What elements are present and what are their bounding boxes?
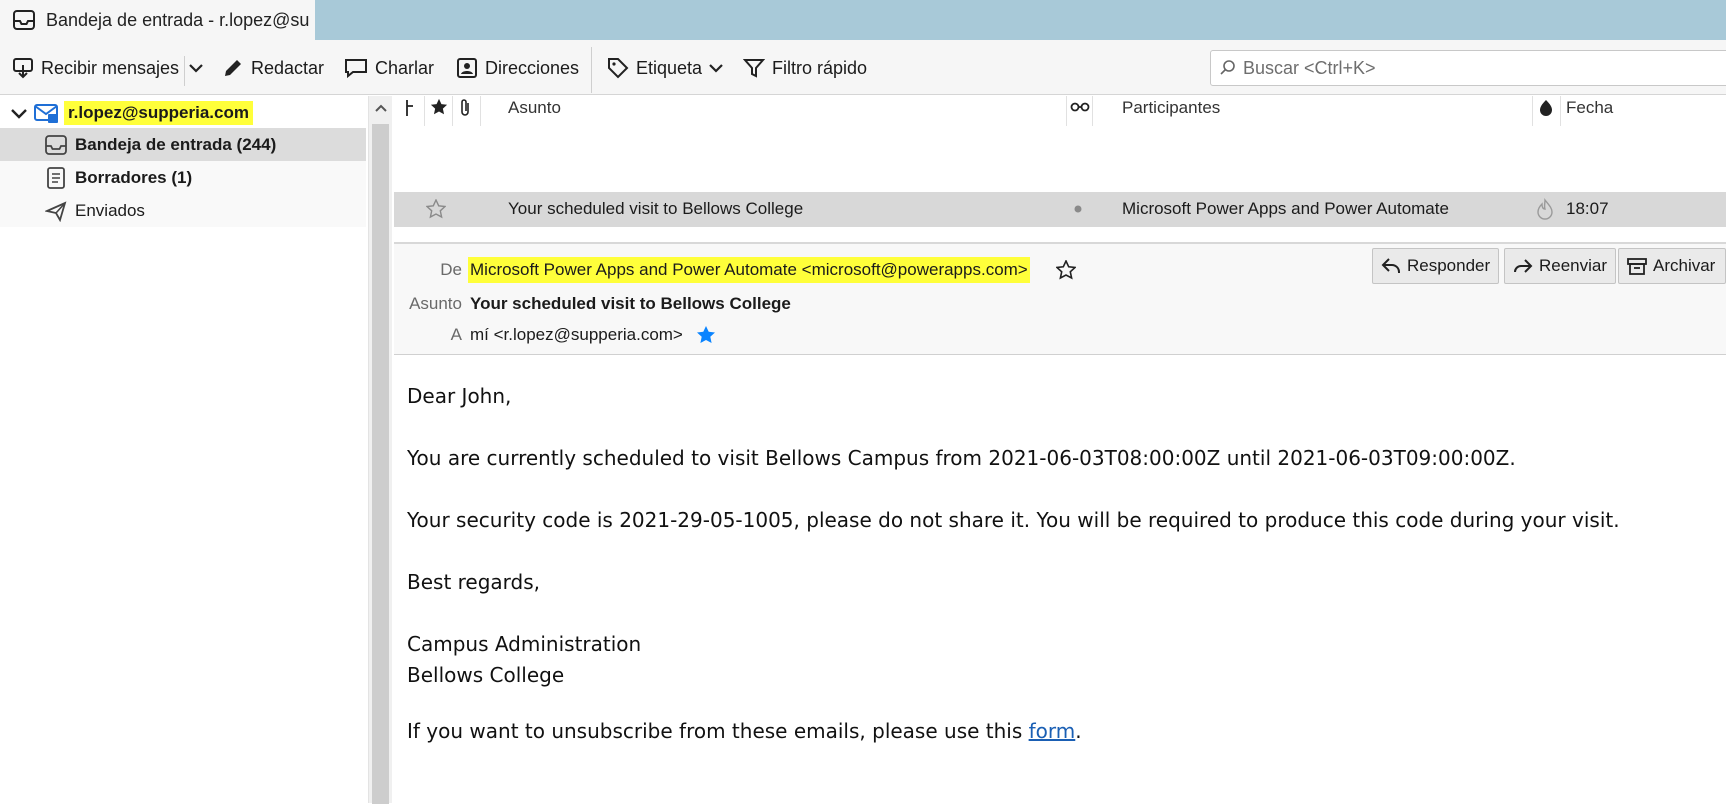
message-date: 18:07 [1566,199,1609,218]
chevron-up-icon [375,104,387,112]
toolbar-divider [184,56,185,86]
column-subject[interactable]: Asunto [508,98,561,118]
download-icon [13,58,33,79]
thread-header: Asunto Participantes Fecha [394,96,1726,126]
message-row[interactable]: Your scheduled visit to Bellows College … [394,192,1726,227]
address-book-label: Direcciones [485,57,580,78]
filter-icon [743,59,765,78]
archive-icon [1627,258,1647,275]
chevron-down-icon [11,108,27,119]
column-divider [424,96,425,126]
unsubscribe-suffix: . [1075,719,1082,743]
to-label: A [450,325,462,344]
junk-status-icon[interactable] [1538,99,1554,117]
column-divider [1532,96,1533,126]
tab-title: Bandeja de entrada - r.lopez@su [46,9,310,30]
subject-value: Your scheduled visit to Bellows College [470,294,791,313]
quick-filter-label: Filtro rápido [772,57,868,78]
column-participants[interactable]: Participantes [1122,98,1220,118]
search-icon [1220,60,1235,75]
body-unsubscribe: If you want to unsubscribe from these em… [407,719,1082,743]
forward-button[interactable]: Reenviar [1504,248,1617,284]
folder-pane: r.lopez@supperia.com Bandeja de entrada … [0,96,368,803]
account-row[interactable]: r.lopez@supperia.com [0,96,366,129]
from-value[interactable]: Microsoft Power Apps and Power Automate … [468,257,1030,283]
account-label: r.lopez@supperia.com [64,100,253,125]
folder-item-sent[interactable]: Enviados [0,194,366,227]
column-date[interactable]: Fecha [1566,98,1613,118]
from-label: De [440,260,462,279]
body-regards: Best regards, [407,570,541,594]
folder-label-drafts: Borradores (1) [75,167,193,187]
inbox-icon [13,10,35,30]
folder-scrollbar[interactable] [368,96,392,804]
star-icon[interactable] [426,199,446,219]
body-greeting: Dear John, [407,384,512,408]
forward-label: Reenviar [1539,256,1608,275]
column-divider [1066,96,1067,126]
folder-label-sent: Enviados [75,200,145,220]
tag-icon [608,58,629,79]
body-schedule-line: You are currently scheduled to visit Bel… [407,446,1516,470]
body-signature-line2: Bellows College [407,663,565,687]
column-divider [1092,96,1093,126]
message-participants: Microsoft Power Apps and Power Automate [1122,199,1449,218]
body-security-line: Your security code is 2021-29-05-1005, p… [407,508,1620,532]
folder-item-inbox[interactable]: Bandeja de entrada (244) [0,128,366,161]
body-signature-line1: Campus Administration [407,632,642,656]
star-column-icon[interactable] [430,98,448,116]
search-box[interactable] [1210,50,1726,86]
pencil-icon [225,60,241,76]
unsubscribe-form-link[interactable]: form [1029,719,1076,743]
reply-button[interactable]: Responder [1372,248,1500,284]
junk-status-icon[interactable] [1536,198,1554,220]
get-messages-label: Recibir mensajes [41,57,180,78]
forward-icon [1514,259,1533,273]
address-book-icon [457,58,477,78]
inbox-icon [45,134,67,155]
reply-icon [1381,258,1400,273]
column-divider [452,96,453,126]
read-status-icon[interactable] [1070,100,1090,114]
unsubscribe-text: If you want to unsubscribe from these em… [407,719,1029,743]
archive-label: Archivar [1653,256,1716,275]
reply-label: Responder [1407,256,1491,275]
thread-pane: Asunto Participantes Fecha Your schedule… [394,96,1726,246]
scrollbar-thumb[interactable] [372,124,389,804]
search-input[interactable] [1243,57,1723,79]
tab-bar: Bandeja de entrada - r.lopez@su [0,0,1726,40]
compose-button[interactable]: Redactar [222,50,324,86]
tag-label: Etiqueta [636,57,703,78]
subject-label: Asunto [409,294,462,313]
chevron-down-icon [709,64,723,73]
message-body: Dear John, You are currently scheduled t… [394,356,1726,803]
toolbar-divider [591,47,592,93]
get-messages-dropdown[interactable] [188,50,211,86]
compose-label: Redactar [251,57,325,78]
quick-filter-button[interactable]: Filtro rápido [743,50,867,86]
sent-icon [45,200,67,222]
read-status-dot-icon[interactable] [1074,205,1082,213]
chat-button[interactable]: Charlar [344,50,434,86]
address-book-button[interactable]: Direcciones [456,50,579,86]
archive-button[interactable]: Archivar [1618,248,1726,284]
column-divider [480,96,481,126]
message-subject: Your scheduled visit to Bellows College [508,199,804,218]
chat-label: Charlar [375,57,435,78]
tab-inbox[interactable]: Bandeja de entrada - r.lopez@su [0,0,315,40]
star-filled-icon[interactable] [696,325,716,345]
tag-button[interactable]: Etiqueta [607,50,731,86]
folder-item-drafts[interactable]: Borradores (1) [0,161,366,194]
mail-account-icon [34,103,58,123]
get-messages-button[interactable]: Recibir mensajes [12,50,179,86]
star-icon[interactable] [1056,260,1076,280]
chat-icon [345,59,367,79]
chevron-down-icon [189,64,203,73]
folder-label-inbox: Bandeja de entrada (244) [75,134,277,154]
column-divider [1560,96,1561,126]
drafts-icon [47,166,65,189]
attachment-icon[interactable] [456,98,474,118]
to-value[interactable]: mí <r.lopez@supperia.com> [470,325,683,345]
thread-column-icon[interactable] [404,98,416,118]
